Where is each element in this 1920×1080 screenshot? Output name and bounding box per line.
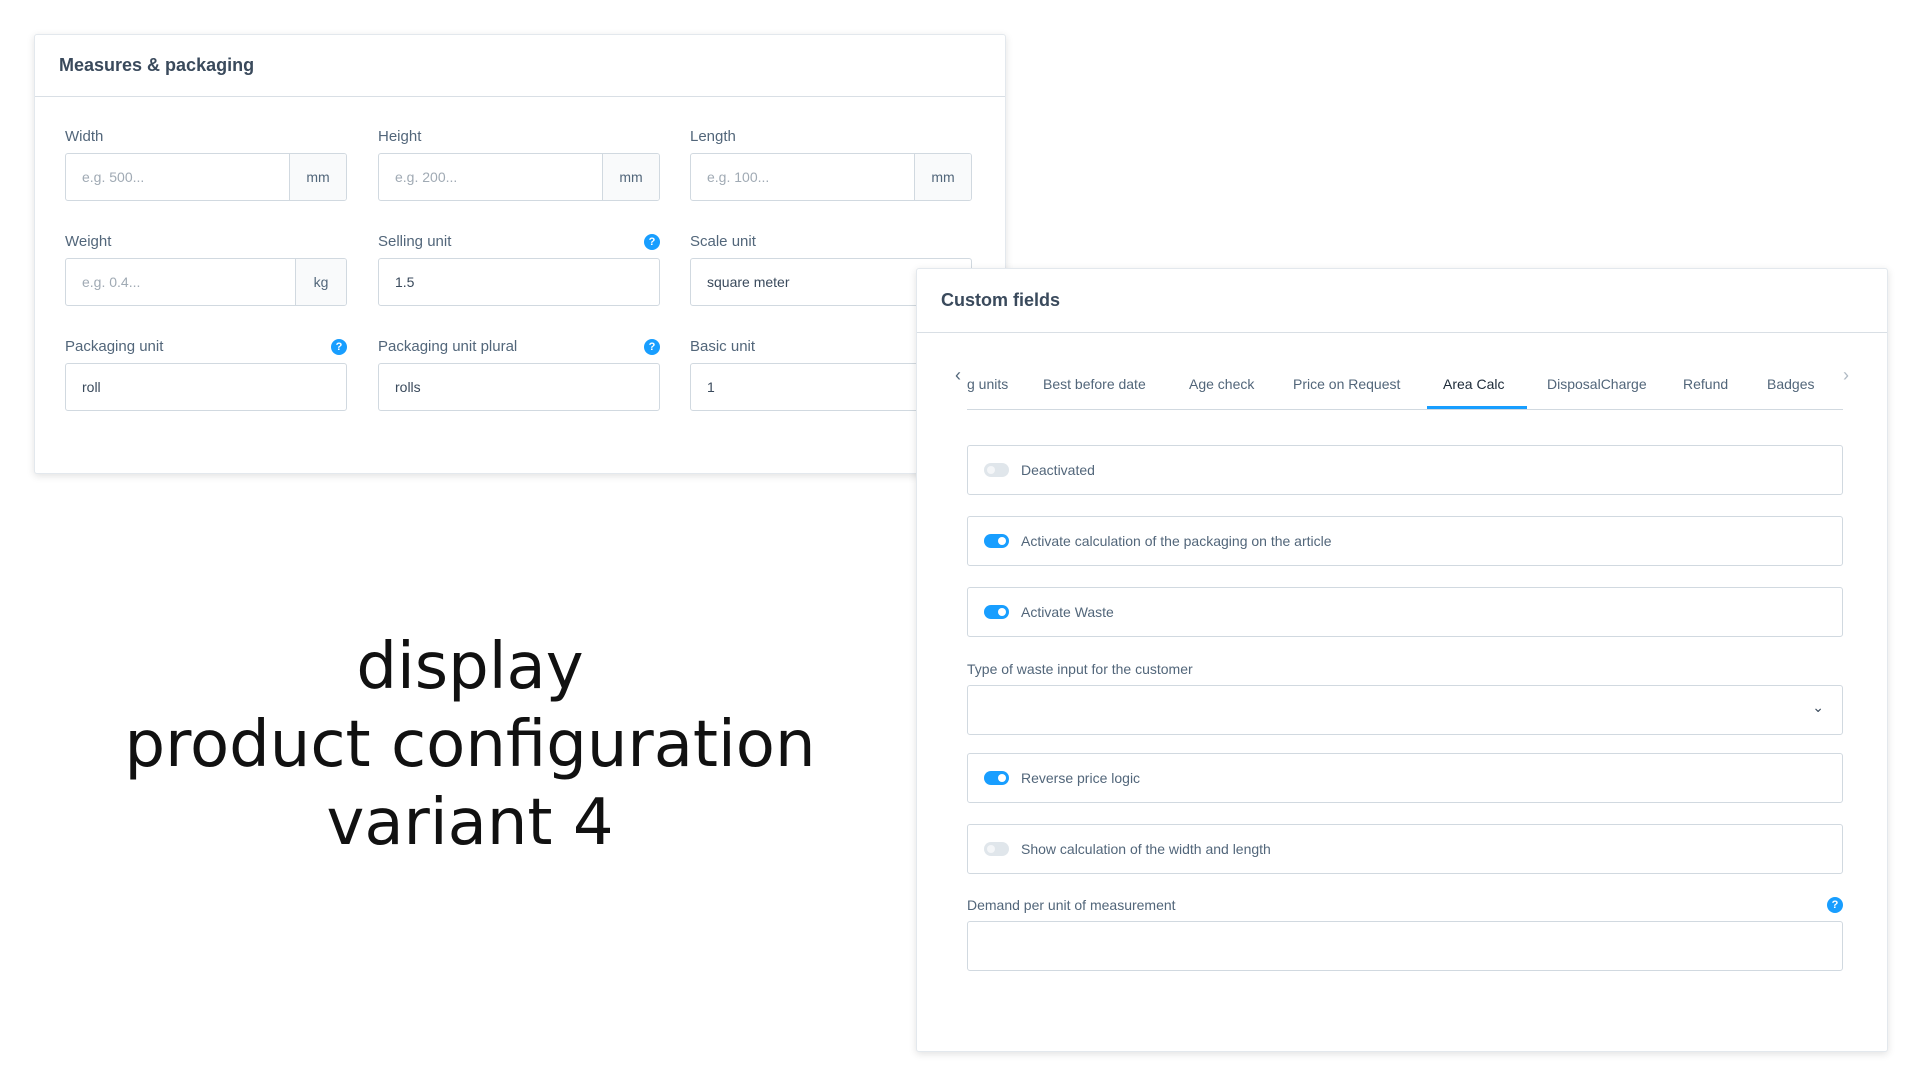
help-icon[interactable]: ? (331, 339, 347, 355)
tab-best-before-date[interactable]: Best before date (1043, 359, 1146, 409)
deactivated-label: Deactivated (1021, 462, 1095, 478)
weight-field: Weight e.g. 0.4... kg (65, 232, 347, 308)
width-unit-suffix: mm (289, 154, 346, 200)
custom-fields-tabs: ‹ g units Best before date Age check Pri… (955, 359, 1849, 410)
packaging-unit-input[interactable]: roll (65, 363, 347, 411)
show-calculation-label: Show calculation of the width and length (1021, 841, 1271, 857)
reverse-price-switch-row[interactable]: Reverse price logic (967, 753, 1843, 803)
help-icon[interactable]: ? (644, 339, 660, 355)
activate-calculation-toggle[interactable] (984, 534, 1009, 548)
show-calculation-toggle[interactable] (984, 842, 1009, 856)
waste-type-select[interactable]: ⌄ (967, 685, 1843, 735)
packaging-unit-plural-label-text: Packaging unit plural (378, 338, 518, 355)
custom-fields-header: Custom fields (917, 269, 1887, 333)
height-unit-suffix: mm (602, 154, 659, 200)
packaging-unit-plural-value: rolls (395, 379, 421, 395)
activate-calculation-switch-row[interactable]: Activate calculation of the packaging on… (967, 516, 1843, 566)
tab-age-check[interactable]: Age check (1189, 359, 1254, 409)
tab-disposal-charge[interactable]: DisposalCharge (1547, 359, 1647, 409)
tab-refund[interactable]: Refund (1683, 359, 1728, 409)
weight-placeholder: e.g. 0.4... (82, 274, 141, 290)
reverse-price-toggle[interactable] (984, 771, 1009, 785)
measures-card-title: Measures & packaging (59, 55, 255, 75)
activate-calculation-label: Activate calculation of the packaging on… (1021, 533, 1332, 549)
length-placeholder: e.g. 100... (707, 169, 770, 185)
weight-label: Weight (65, 233, 112, 250)
length-field: Length e.g. 100... mm (690, 127, 972, 203)
length-input[interactable]: e.g. 100... mm (690, 153, 972, 201)
deactivated-switch-row[interactable]: Deactivated (967, 445, 1843, 495)
chevron-left-icon[interactable]: ‹ (955, 365, 961, 386)
chevron-down-icon: ⌄ (1812, 699, 1824, 715)
tab-units[interactable]: g units (967, 359, 1008, 409)
width-field: Width e.g. 500... mm (65, 127, 347, 203)
selling-unit-label-text: Selling unit (378, 233, 452, 250)
packaging-unit-label: Packaging unit ? (65, 337, 347, 357)
demand-label-text: Demand per unit of measurement (967, 897, 1176, 913)
activate-waste-toggle[interactable] (984, 605, 1009, 619)
activate-waste-label: Activate Waste (1021, 604, 1114, 620)
caption-line-1: display (356, 630, 584, 704)
packaging-unit-field: Packaging unit ? roll (65, 337, 347, 413)
weight-unit-suffix: kg (295, 259, 346, 305)
active-tab-indicator (1427, 406, 1527, 409)
packaging-unit-plural-input[interactable]: rolls (378, 363, 660, 411)
custom-fields-title: Custom fields (941, 290, 1061, 310)
chevron-right-icon[interactable]: › (1843, 365, 1849, 386)
width-label: Width (65, 128, 104, 145)
caption-line-2: product configuration (124, 708, 816, 782)
tab-price-on-request[interactable]: Price on Request (1293, 359, 1400, 409)
length-unit-suffix: mm (914, 154, 971, 200)
help-icon[interactable]: ? (1827, 897, 1843, 913)
packaging-unit-label-text: Packaging unit (65, 338, 164, 355)
height-input[interactable]: e.g. 200... mm (378, 153, 660, 201)
selling-unit-label: Selling unit ? (378, 232, 660, 252)
selling-unit-input[interactable]: 1.5 (378, 258, 660, 306)
packaging-unit-value: roll (82, 379, 101, 395)
show-calculation-switch-row[interactable]: Show calculation of the width and length (967, 824, 1843, 874)
packaging-unit-plural-label: Packaging unit plural ? (378, 337, 660, 357)
custom-fields-card: Custom fields ‹ g units Best before date… (916, 268, 1888, 1052)
width-placeholder: e.g. 500... (82, 169, 145, 185)
length-label: Length (690, 128, 736, 145)
selling-unit-field: Selling unit ? 1.5 (378, 232, 660, 308)
height-field: Height e.g. 200... mm (378, 127, 660, 203)
reverse-price-label: Reverse price logic (1021, 770, 1141, 786)
caption-line-3: variant 4 (326, 786, 614, 860)
weight-input[interactable]: e.g. 0.4... kg (65, 258, 347, 306)
tab-badges[interactable]: Badges (1767, 359, 1814, 409)
measures-packaging-card: Measures & packaging Width e.g. 500... m… (34, 34, 1006, 474)
deactivated-toggle[interactable] (984, 463, 1009, 477)
measures-card-header: Measures & packaging (35, 35, 1005, 97)
scale-unit-label: Scale unit (690, 233, 756, 250)
demand-label: Demand per unit of measurement ? (967, 895, 1843, 915)
height-label: Height (378, 128, 422, 145)
help-icon[interactable]: ? (644, 234, 660, 250)
waste-type-label: Type of waste input for the customer (967, 661, 1193, 677)
width-input[interactable]: e.g. 500... mm (65, 153, 347, 201)
packaging-unit-plural-field: Packaging unit plural ? rolls (378, 337, 660, 413)
activate-waste-switch-row[interactable]: Activate Waste (967, 587, 1843, 637)
height-placeholder: e.g. 200... (395, 169, 458, 185)
demand-input[interactable] (967, 921, 1843, 971)
tab-area-calc[interactable]: Area Calc (1443, 359, 1504, 409)
selling-unit-value: 1.5 (395, 274, 415, 290)
